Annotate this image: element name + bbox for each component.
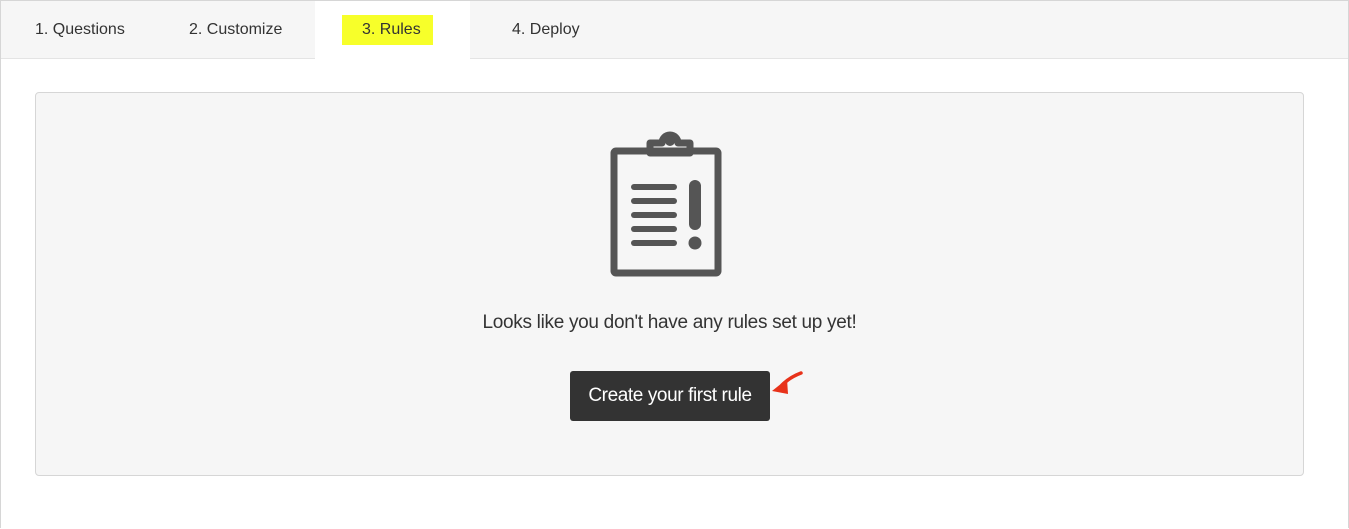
wizard-tabs: 1. Questions 2. Customize 3. Rules 4. De… <box>1 1 1348 59</box>
clipboard-alert-icon <box>610 131 722 277</box>
red-arrow-icon <box>772 371 803 394</box>
tab-rules[interactable]: 3. Rules <box>315 1 470 59</box>
tab-rules-label: 3. Rules <box>342 14 433 45</box>
rules-editor-frame: 1. Questions 2. Customize 3. Rules 4. De… <box>0 0 1349 528</box>
create-first-rule-button[interactable]: Create your first rule <box>570 371 770 421</box>
tab-customize[interactable]: 2. Customize <box>189 1 282 58</box>
tab-deploy-label: 4. Deploy <box>512 20 580 38</box>
tab-deploy[interactable]: 4. Deploy <box>512 1 580 58</box>
empty-state-panel: Looks like you don't have any rules set … <box>35 92 1304 476</box>
tab-questions-label: 1. Questions <box>35 20 125 38</box>
empty-state-message: Looks like you don't have any rules set … <box>482 312 857 333</box>
tab-questions[interactable]: 1. Questions <box>35 1 125 58</box>
tab-customize-label: 2. Customize <box>189 20 283 38</box>
